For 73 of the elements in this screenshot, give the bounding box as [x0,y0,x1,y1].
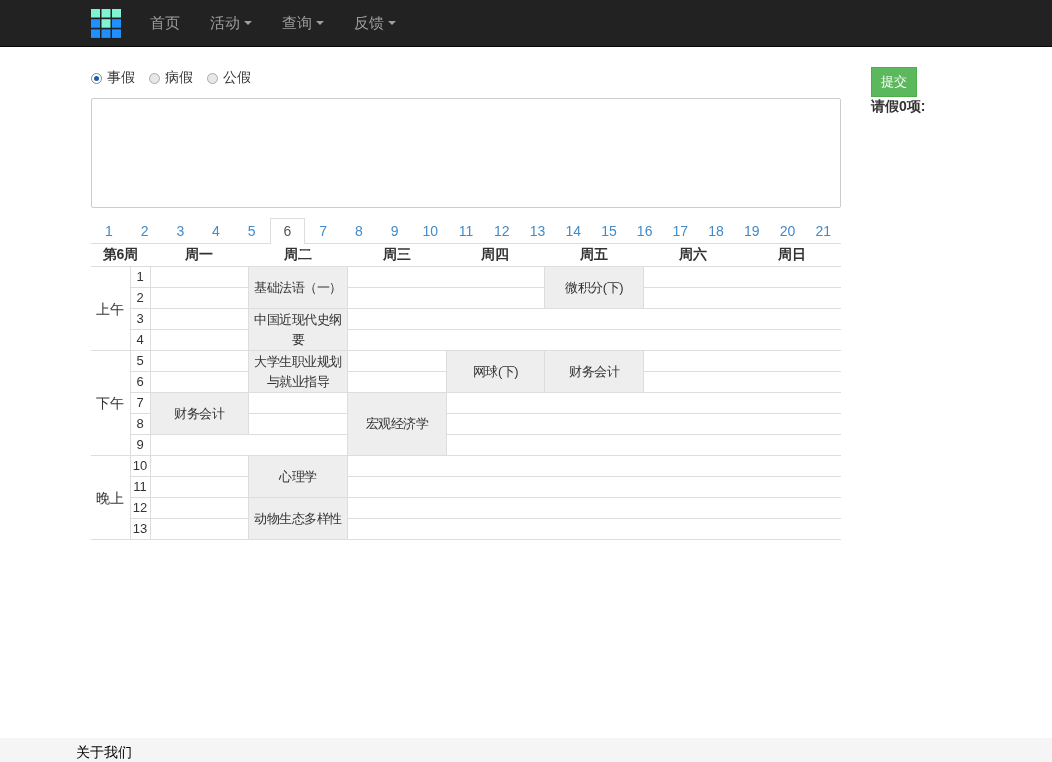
period-number: 2 [130,287,150,309]
course-cell: 财务会计 [150,392,249,435]
course-cell: 中国近现代史纲要 [248,308,348,351]
period-number: 4 [130,329,150,351]
period-number: 6 [130,371,150,393]
day-header: 周日 [742,244,841,267]
section-label: 晚上 [91,455,130,540]
caret-icon [316,21,324,25]
week-tab[interactable]: 2 [126,218,163,243]
period-number: 1 [130,266,150,288]
section-label: 下午 [91,350,130,456]
radio-label[interactable]: 事假 [107,69,135,87]
period-number: 11 [130,476,150,498]
day-header: 周六 [643,244,743,267]
day-header: 周四 [446,244,545,267]
radio-label[interactable]: 公假 [223,69,251,87]
week-tab[interactable]: 17 [662,218,699,243]
caret-icon [388,21,396,25]
period-number: 10 [130,455,150,477]
week-tab[interactable]: 3 [162,218,199,243]
week-tab[interactable]: 8 [341,218,377,243]
week-tab[interactable]: 14 [555,218,592,243]
week-tab[interactable]: 20 [769,218,806,243]
radio-label[interactable]: 病假 [165,69,193,87]
period-number: 7 [130,392,150,414]
submit-button[interactable]: 提交 [871,67,917,97]
caret-icon [244,21,252,25]
nav-link[interactable]: 首页 [135,13,195,33]
radio-button[interactable] [149,72,160,84]
day-header: 周五 [544,244,644,267]
week-tab[interactable]: 1 [91,218,127,243]
course-cell: 微积分(下) [544,266,644,309]
week-label: 第6周 [91,244,150,267]
radio-button[interactable] [207,72,218,84]
period-number: 5 [130,350,150,372]
week-tab[interactable]: 11 [448,218,484,243]
week-tab[interactable]: 6 [269,218,306,244]
week-tab[interactable]: 15 [591,218,627,243]
course-cell: 宏观经济学 [347,392,447,456]
reason-textarea[interactable] [91,98,841,208]
grid-logo-icon[interactable] [91,8,121,38]
nav-dropdown[interactable]: 活动 [195,13,267,33]
leave-count-text: 请假0项: [871,98,926,116]
course-cell: 动物生态多样性 [248,497,348,540]
course-cell: 心理学 [248,455,348,498]
period-number: 8 [130,413,150,435]
radio-button[interactable] [91,72,102,84]
week-tab[interactable]: 13 [519,218,556,243]
week-tab[interactable]: 5 [233,218,270,243]
course-cell: 财务会计 [544,350,644,393]
week-tab[interactable]: 12 [483,218,520,243]
week-tab[interactable]: 18 [698,218,734,243]
period-number: 13 [130,518,150,540]
week-tab[interactable]: 16 [626,218,663,243]
nav-dropdown[interactable]: 查询 [267,13,339,33]
course-cell: 网球(下) [446,350,545,393]
course-cell: 大学生职业规划与就业指导 [248,350,348,393]
week-tab[interactable]: 19 [733,218,770,243]
period-number: 12 [130,497,150,519]
period-number: 3 [130,308,150,330]
period-number: 9 [130,434,150,456]
day-header: 周二 [248,244,348,267]
section-label: 上午 [91,266,130,351]
day-header: 周三 [347,244,447,267]
day-header: 周一 [150,244,249,267]
about-link[interactable]: 关于我们 [76,744,132,760]
week-tab[interactable]: 4 [198,218,234,243]
week-tab[interactable]: 10 [412,218,449,243]
week-tab[interactable]: 21 [805,218,842,243]
nav-dropdown[interactable]: 反馈 [339,13,411,33]
week-tab[interactable]: 9 [376,218,413,243]
course-cell: 基础法语（一） [248,266,348,309]
week-tab[interactable]: 7 [305,218,342,243]
